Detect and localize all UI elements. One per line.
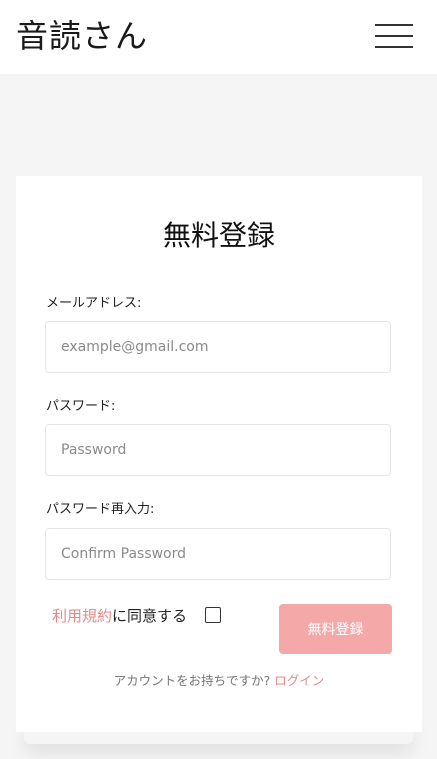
terms-agreement: 利用規約に同意する xyxy=(52,606,187,626)
agree-text: に同意する xyxy=(112,607,188,625)
login-prompt: アカウントをお持ちですか? ログイン xyxy=(16,672,422,690)
confirm-password-label: パスワード再入力: xyxy=(46,502,155,517)
login-link[interactable]: ログイン xyxy=(274,673,324,688)
hamburger-menu-icon[interactable] xyxy=(375,24,413,48)
terms-link[interactable]: 利用規約 xyxy=(52,607,112,625)
password-label: パスワード: xyxy=(46,399,116,414)
app-header: 音読さん xyxy=(0,0,437,74)
confirm-password-field[interactable] xyxy=(45,528,391,580)
signup-card: 無料登録 メールアドレス: パスワード: パスワード再入力: 利用規約に同意する… xyxy=(16,176,422,732)
password-field[interactable] xyxy=(45,424,391,476)
login-question: アカウントをお持ちですか? xyxy=(113,673,271,688)
page-title: 無料登録 xyxy=(162,219,275,252)
menu-line-middle xyxy=(375,35,413,37)
signup-submit-button[interactable]: 無料登録 xyxy=(279,604,392,654)
agree-checkbox[interactable] xyxy=(205,607,221,623)
email-label: メールアドレス: xyxy=(46,296,142,311)
menu-line-bottom xyxy=(375,46,413,48)
email-field[interactable] xyxy=(45,321,391,373)
brand-logo[interactable]: 音読さん xyxy=(16,14,148,58)
menu-line-top xyxy=(375,24,413,26)
